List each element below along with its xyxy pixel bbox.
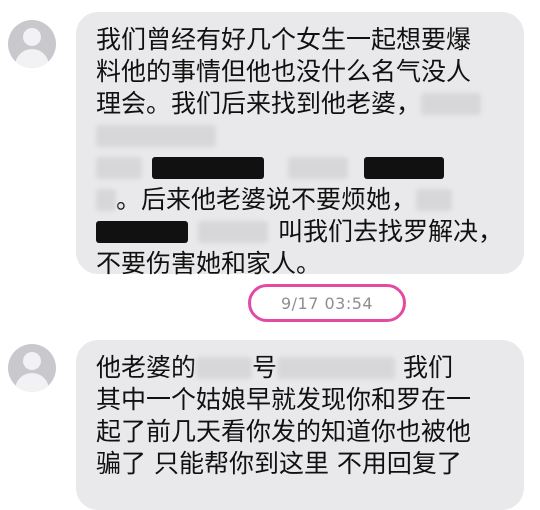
- message-line: 。后来他老婆说不要烦她，: [96, 184, 506, 216]
- redacted-text: [416, 189, 453, 211]
- message-line: 不要伤害她和家人。: [96, 249, 322, 278]
- message-line: 其中一个姑娘早就发现你和罗在一: [96, 385, 472, 414]
- redacted-text: [288, 157, 348, 179]
- redacted-text: [364, 157, 444, 179]
- message-line: 叫我们去找罗解决，: [96, 216, 506, 248]
- message-line: 料他的事情但他也没什么名气没人: [96, 57, 472, 86]
- redacted-text: [277, 357, 396, 379]
- message-timestamp: 9/17 03:54: [248, 284, 406, 322]
- message-line: 我们曾经有好几个女生一起想要爆: [96, 25, 472, 54]
- message-line: 他老婆的号我们: [96, 353, 454, 382]
- redacted-text: [96, 221, 188, 243]
- sender-avatar-icon[interactable]: [8, 20, 56, 68]
- redacted-text: [152, 157, 264, 179]
- redacted-text: [96, 189, 116, 211]
- redacted-text: [96, 157, 142, 179]
- redacted-text: [196, 357, 253, 379]
- message-bubble[interactable]: 他老婆的号我们 其中一个姑娘早就发现你和罗在一 起了前几天看你发的知道你也被他 …: [76, 340, 524, 510]
- sender-avatar-icon[interactable]: [8, 344, 56, 392]
- redacted-text: [421, 93, 482, 115]
- message-line: [96, 120, 506, 152]
- message-line: 起了前几天看你发的知道你也被他: [96, 417, 472, 446]
- message-line: 骗了 只能帮你到这里 不用回复了: [96, 449, 462, 478]
- timestamp-text: 9/17 03:54: [280, 293, 374, 313]
- message-bubble[interactable]: 我们曾经有好几个女生一起想要爆 料他的事情但他也没什么名气没人 理会。我们后来找…: [76, 12, 524, 278]
- message-line: [96, 152, 506, 184]
- message-line: 理会。我们后来找到他老婆，: [96, 88, 506, 120]
- redacted-text: [96, 125, 216, 147]
- redacted-text: [198, 221, 268, 243]
